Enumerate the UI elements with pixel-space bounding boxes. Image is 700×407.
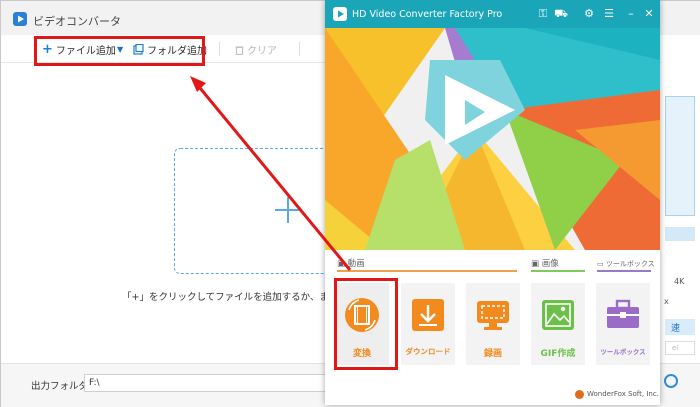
key-icon[interactable]: ⚿	[535, 6, 551, 22]
minimize-icon[interactable]: –	[623, 6, 639, 22]
hd-logo-icon	[333, 7, 347, 21]
tile-toolbox[interactable]: ツールボックス	[596, 283, 650, 365]
section-toolbox: ▭ ツールボックス	[597, 259, 655, 269]
image-gif-icon	[542, 300, 574, 330]
trash-icon	[235, 45, 244, 55]
toolbar-highlight	[34, 36, 205, 66]
window-title: ビデオコンバータ	[33, 15, 121, 28]
section-video-underline	[337, 270, 517, 272]
toolbox-section-icon: ▭	[597, 260, 606, 268]
clear-label: クリア	[247, 46, 277, 57]
tile-gif-label: GIF作成	[540, 349, 576, 359]
app-logo-icon	[13, 12, 27, 26]
tile-download-label: ダウンロード	[405, 347, 451, 356]
download-icon	[412, 299, 444, 331]
file-drop-zone[interactable]	[174, 148, 344, 274]
tile-record[interactable]: 録画	[466, 283, 520, 365]
launcher-title-bar: HD Video Converter Factory Pro ⚿ ⛟ ⚙ ☰ –…	[325, 0, 660, 28]
convert-highlight	[334, 278, 398, 370]
drop-hint-text: 「+」をクリックしてファイルを追加するか、またはフ	[122, 292, 336, 303]
toolbar-divider	[299, 42, 300, 56]
section-image: ▣ 画像	[531, 257, 559, 269]
cart-icon[interactable]: ⛟	[553, 6, 569, 22]
launcher-title: HD Video Converter Factory Pro	[352, 9, 503, 20]
alarm-clock-icon[interactable]	[664, 374, 678, 388]
add-plus-icon[interactable]	[275, 197, 301, 223]
tile-record-label: 録画	[483, 349, 502, 359]
tile-gif[interactable]: GIF作成	[531, 283, 585, 365]
close-icon[interactable]: ✕	[641, 6, 657, 22]
section-image-label: 画像	[541, 259, 559, 269]
format-panel[interactable]	[665, 96, 695, 216]
right-panel-field[interactable]: el	[665, 341, 695, 355]
clear-button[interactable]: クリア	[235, 42, 277, 57]
footer-company: WonderFox Soft, Inc.	[587, 390, 659, 398]
banner-graphic	[325, 0, 660, 250]
speed-button[interactable]: 速	[665, 319, 695, 335]
menu-icon[interactable]: ☰	[601, 6, 617, 22]
close-mark[interactable]: x	[664, 297, 669, 306]
section-toolbox-label: ツールボックス	[605, 260, 655, 268]
section-video: ▣ 動画	[337, 257, 365, 269]
resolution-label: 4K	[674, 277, 685, 286]
screen-record-icon	[477, 301, 509, 330]
format-chip[interactable]	[665, 227, 695, 241]
launcher-footer: WonderFox Soft, Inc.	[325, 380, 660, 405]
section-toolbox-underline	[597, 270, 651, 272]
wonderfox-logo-icon	[575, 390, 584, 399]
toolbar-divider	[219, 42, 220, 56]
settings-icon[interactable]: ⚙	[581, 6, 597, 22]
output-folder-field[interactable]: F:\	[84, 374, 334, 392]
tile-download[interactable]: ダウンロード	[401, 283, 455, 365]
video-section-icon: ▣	[337, 259, 348, 269]
toolbox-icon	[607, 299, 639, 328]
section-video-label: 動画	[347, 259, 365, 269]
section-image-underline	[531, 270, 585, 272]
tile-toolbox-label: ツールボックス	[600, 348, 646, 356]
image-section-icon: ▣	[531, 259, 542, 269]
